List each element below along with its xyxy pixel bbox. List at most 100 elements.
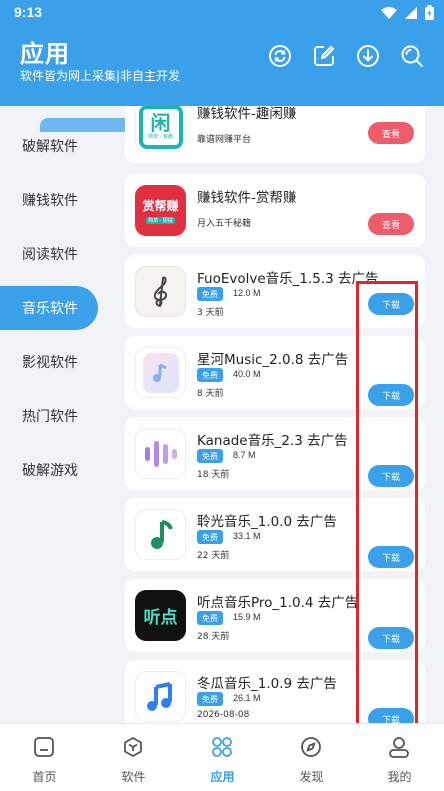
icon-subtext: 简单 · 即提 <box>146 217 175 224</box>
blue-notes-icon <box>135 671 186 722</box>
view-button[interactable]: 查看 <box>368 122 414 144</box>
app-card[interactable]: 星河Music_2.0.8 去广告 免费 40.0 M 8 天前 下载 <box>125 336 425 409</box>
app-size: 12.0 M <box>233 288 261 298</box>
nav-home[interactable]: 首页 <box>0 724 89 791</box>
app-name: 赚钱软件-赏帮赚 <box>197 190 297 206</box>
apps-icon <box>212 737 232 757</box>
nav-discover[interactable]: 发现 <box>267 724 356 791</box>
category-hot-software[interactable]: 热门软件 <box>0 394 98 438</box>
nav-label: 应用 <box>210 770 235 784</box>
app-name: 赚钱软件-趣闲赚 <box>197 106 297 122</box>
status-time: 9:13 <box>14 4 43 20</box>
icon-subtext: 简单 · 有趣 <box>148 134 173 140</box>
app-size: 15.9 M <box>233 612 261 622</box>
app-date: 8 天前 <box>197 389 224 399</box>
view-button[interactable]: 查看 <box>368 213 414 235</box>
search-button[interactable] <box>400 44 424 68</box>
app-size: 26.1 M <box>233 693 261 703</box>
free-badge: 免费 <box>197 287 223 301</box>
treble-clef-icon <box>135 266 186 317</box>
app-desc: 月入五千秘籍 <box>197 219 252 229</box>
category-video-software[interactable]: 影视软件 <box>0 340 98 384</box>
wifi-icon <box>381 6 397 19</box>
app-name: Kanade音乐_2.3 去广告 <box>197 433 348 449</box>
app-desc: 靠谱网赚平台 <box>197 135 252 145</box>
edit-icon <box>314 46 334 66</box>
free-badge: 免费 <box>197 692 223 706</box>
quxianzhuan-icon: 闲 简单 · 有趣 <box>135 106 186 152</box>
app-name: 听点音乐Pro_1.0.4 去广告 <box>197 595 359 611</box>
category-cracked-games[interactable]: 破解游戏 <box>0 448 98 492</box>
tingdian-icon: 听点 <box>135 590 186 641</box>
app-list: 闲 简单 · 有趣 赚钱软件-趣闲赚 靠谱网赚平台 查看 赏帮赚 简单 · 即提… <box>125 106 425 723</box>
category-money-software[interactable]: 赚钱软件 <box>0 178 98 222</box>
home-icon <box>34 737 54 757</box>
category-cracked-software[interactable]: 破解软件 <box>0 124 98 168</box>
category-reading-software[interactable]: 阅读软件 <box>0 232 98 276</box>
download-icon <box>357 45 379 67</box>
download-button[interactable]: 下载 <box>368 465 414 487</box>
user-icon <box>389 737 409 758</box>
free-badge: 免费 <box>197 449 223 463</box>
category-sidebar: 破解软件 赚钱软件 阅读软件 音乐软件 影视软件 热门软件 破解游戏 <box>0 106 110 723</box>
app-date: 28 天前 <box>197 632 230 642</box>
free-badge: 免费 <box>197 368 223 382</box>
app-size: 8.7 M <box>233 450 256 460</box>
app-date: 2026-08-08 <box>197 710 250 720</box>
app-card[interactable]: Kanade音乐_2.3 去广告 免费 8.7 M 18 天前 下载 <box>125 417 425 490</box>
search-icon <box>401 45 423 67</box>
download-button[interactable]: 下载 <box>368 384 414 406</box>
page-title: 应用 <box>20 40 70 68</box>
download-button[interactable]: 下载 <box>368 708 414 723</box>
download-button[interactable]: 下载 <box>368 546 414 568</box>
shangbangzhuan-icon: 赏帮赚 简单 · 即提 <box>135 185 186 236</box>
header-actions <box>268 44 424 68</box>
bottom-nav: 首页 软件 应用 发现 我的 <box>0 723 444 791</box>
status-bar: 9:13 <box>0 0 444 26</box>
app-header: 应用 软件皆为网上采集|非自主开发 <box>0 26 444 132</box>
download-button[interactable]: 下载 <box>368 627 414 649</box>
app-card[interactable]: 聆光音乐_1.0.0 去广告 免费 33.1 M 22 天前 下载 <box>125 498 425 571</box>
refresh-button[interactable] <box>268 44 292 68</box>
nav-profile[interactable]: 我的 <box>355 724 444 791</box>
app-card[interactable]: FuoEvolve音乐_1.5.3 去广告 免费 12.0 M 3 天前 下载 <box>125 255 425 328</box>
green-note-icon <box>135 509 186 560</box>
battery-icon <box>425 5 434 20</box>
app-name: 星河Music_2.0.8 去广告 <box>197 352 349 368</box>
page-subtitle: 软件皆为网上采集|非自主开发 <box>20 69 181 83</box>
app-date: 22 天前 <box>197 551 230 561</box>
category-music-software[interactable]: 音乐软件 <box>0 286 98 330</box>
app-date: 18 天前 <box>197 470 230 480</box>
nav-label: 发现 <box>299 770 324 784</box>
nav-label: 软件 <box>121 770 146 784</box>
music-note-tile-icon <box>135 347 186 398</box>
app-name: 聆光音乐_1.0.0 去广告 <box>197 514 337 530</box>
free-badge: 免费 <box>197 611 223 625</box>
app-name: FuoEvolve音乐_1.5.3 去广告 <box>197 271 379 287</box>
status-icons <box>381 5 434 20</box>
app-card[interactable]: 听点 听点音乐Pro_1.0.4 去广告 免费 15.9 M 28 天前 下载 <box>125 579 425 652</box>
edit-button[interactable] <box>312 44 336 68</box>
cube-icon <box>124 737 142 757</box>
sound-wave-icon <box>135 428 186 479</box>
nav-label: 首页 <box>32 770 57 784</box>
refresh-icon <box>269 45 291 67</box>
app-size: 40.0 M <box>233 369 261 379</box>
app-date: 3 天前 <box>197 308 224 318</box>
app-name: 冬瓜音乐_1.0.9 去广告 <box>197 676 337 692</box>
nav-label: 我的 <box>387 770 412 784</box>
nav-software[interactable]: 软件 <box>89 724 178 791</box>
nav-apps[interactable]: 应用 <box>178 724 267 791</box>
app-size: 33.1 M <box>233 531 261 541</box>
app-card[interactable]: 赏帮赚 简单 · 即提 赚钱软件-赏帮赚 月入五千秘籍 查看 <box>125 174 425 247</box>
download-manager-button[interactable] <box>356 44 380 68</box>
signal-icon <box>405 6 417 19</box>
compass-icon <box>301 737 321 757</box>
app-card[interactable]: 闲 简单 · 有趣 赚钱软件-趣闲赚 靠谱网赚平台 查看 <box>125 106 425 163</box>
free-badge: 免费 <box>197 530 223 544</box>
icon-text: 听点 <box>143 608 178 628</box>
icon-text: 闲 <box>150 111 171 135</box>
main-content: 破解软件 赚钱软件 阅读软件 音乐软件 影视软件 热门软件 破解游戏 闲 简单 … <box>0 106 444 723</box>
app-card[interactable]: 冬瓜音乐_1.0.9 去广告 免费 26.1 M 2026-08-08 下载 <box>125 660 425 723</box>
download-button[interactable]: 下载 <box>368 293 414 315</box>
